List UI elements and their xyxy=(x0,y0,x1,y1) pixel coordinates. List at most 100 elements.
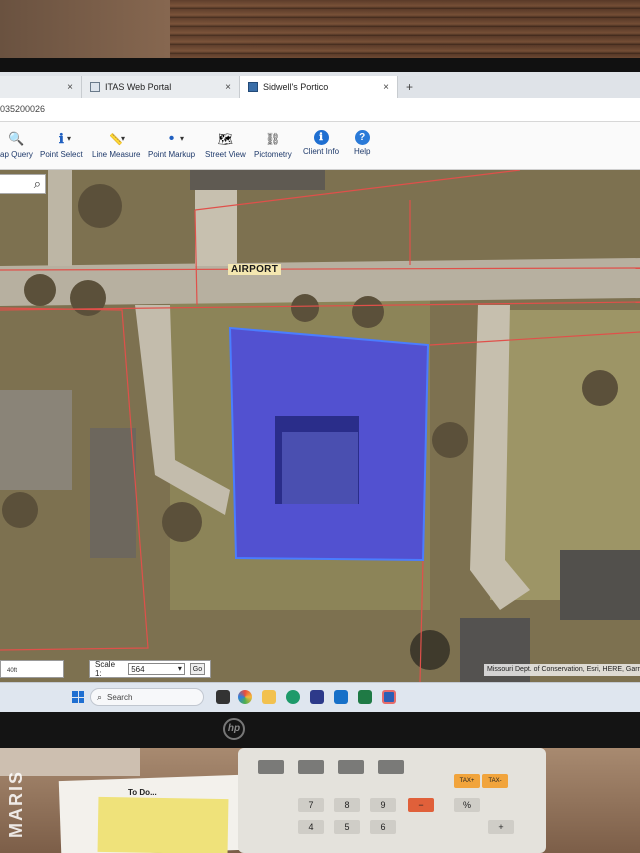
calc-key xyxy=(338,760,364,774)
excel-icon[interactable] xyxy=(358,690,372,704)
close-icon[interactable]: × xyxy=(217,82,231,93)
copilot-icon[interactable] xyxy=(238,690,252,704)
page-icon xyxy=(90,82,100,92)
edge-browser-icon[interactable] xyxy=(286,690,300,704)
tree xyxy=(582,370,618,406)
tree xyxy=(70,280,106,316)
tree xyxy=(24,274,56,306)
map-attribution: Missouri Dept. of Conservation, Esri, HE… xyxy=(484,664,640,676)
portico-icon xyxy=(248,82,258,92)
neighbor-house-roof xyxy=(560,550,640,620)
task-view-icon[interactable] xyxy=(216,690,230,704)
tree xyxy=(162,502,202,542)
calc-key xyxy=(378,760,404,774)
word-icon[interactable] xyxy=(382,690,396,704)
tab-itas-web-portal[interactable]: ITAS Web Portal × xyxy=(82,76,240,98)
close-icon[interactable]: × xyxy=(375,82,389,93)
calc-key xyxy=(258,760,284,774)
tool-label: Help xyxy=(354,147,371,156)
taskbar-search-placeholder: Search xyxy=(107,692,133,702)
map-status-bar: 40ft Scale 1: 564 Go Missouri Dept. of C… xyxy=(0,658,640,680)
map-search-box[interactable]: ⌕ xyxy=(0,174,46,194)
windows-start-icon[interactable] xyxy=(72,691,84,703)
photo-of-monitor: × ITAS Web Portal × Sidwell's Portico × … xyxy=(0,0,640,853)
tool-label: Street View xyxy=(205,150,246,159)
sticky-note xyxy=(97,796,229,853)
calc-key-percent: % xyxy=(454,798,480,812)
tab-sidwells-portico[interactable]: Sidwell's Portico × xyxy=(240,76,398,98)
calc-key-7: 7 xyxy=(298,798,324,812)
point-select-button[interactable]: ℹ Point Select xyxy=(40,130,83,159)
monitor-bezel-bottom xyxy=(0,712,640,750)
tab-label: ITAS Web Portal xyxy=(105,82,172,92)
tool-label: ap Query xyxy=(0,150,33,159)
calc-key-plus: + xyxy=(488,820,514,834)
chevron-down-icon[interactable]: ▾ xyxy=(180,134,184,143)
tree xyxy=(291,294,319,322)
sidewalk xyxy=(48,170,72,266)
dot-icon: • xyxy=(168,130,175,147)
new-tab-button[interactable]: + xyxy=(398,80,421,98)
line-measure-button[interactable]: 📏 Line Measure xyxy=(92,130,141,160)
watermark: MARIS xyxy=(6,770,26,838)
help-button[interactable]: ? Help xyxy=(354,130,370,156)
calc-key-6: 6 xyxy=(370,820,396,834)
windows-taskbar: ⌕ Search xyxy=(0,682,640,712)
neighbor-garage-roof xyxy=(90,428,136,558)
help-icon: ? xyxy=(354,130,370,145)
taskbar-search[interactable]: ⌕ Search xyxy=(90,688,204,706)
portico-toolbar: 🔍 ap Query ℹ Point Select ▾ 📏 Line Measu… xyxy=(0,122,640,170)
search-icon[interactable]: ⌕ xyxy=(34,176,41,192)
search-icon: ⌕ xyxy=(97,691,103,702)
calc-key-5: 5 xyxy=(334,820,360,834)
pictometry-icon: ⛓ xyxy=(265,132,281,146)
map-query-button[interactable]: 🔍 ap Query xyxy=(0,130,33,159)
calc-key-tax-minus: TAX- xyxy=(482,774,508,788)
scale-select[interactable]: 564 xyxy=(128,663,185,675)
client-info-button[interactable]: ℹ Client Info xyxy=(303,130,339,156)
tree xyxy=(78,184,122,228)
calc-key xyxy=(298,760,324,774)
calc-key-minus: − xyxy=(408,798,434,812)
address-text: 035200026 xyxy=(0,104,46,114)
address-bar[interactable]: 035200026 xyxy=(0,98,640,122)
scale-control: Scale 1: 564 Go xyxy=(89,660,211,678)
browser-tab-bar: × ITAS Web Portal × Sidwell's Portico × … xyxy=(0,72,640,98)
road-label: AIRPORT xyxy=(228,264,282,275)
go-button[interactable]: Go xyxy=(189,663,205,675)
tool-label: Pictometry xyxy=(254,150,292,159)
house-roof-face xyxy=(282,432,358,504)
neighbor-house-roof xyxy=(190,170,325,190)
client-info-icon: ℹ xyxy=(313,130,329,145)
magnifier-icon: 🔍 xyxy=(8,131,25,146)
pictometry-button[interactable]: ⛓ Pictometry xyxy=(254,130,292,159)
chevron-down-icon[interactable]: ▾ xyxy=(67,134,71,143)
calc-key-4: 4 xyxy=(298,820,324,834)
street-view-icon: 🗺 xyxy=(217,132,233,146)
aerial-map-view[interactable]: ⌕ AIRPORT 40ft Scale 1: 564 Go Missouri … xyxy=(0,170,640,682)
calculator: 7 8 9 4 5 6 % TAX+ TAX- − + xyxy=(238,748,546,853)
tool-label: Line Measure xyxy=(92,150,141,159)
scale-label: Scale 1: xyxy=(95,660,116,678)
calc-key-8: 8 xyxy=(334,798,360,812)
file-explorer-icon[interactable] xyxy=(262,690,276,704)
tree xyxy=(2,492,38,528)
neighbor-house-roof xyxy=(0,390,72,490)
hp-logo: hp xyxy=(223,718,245,740)
tool-label: Client Info xyxy=(303,147,340,156)
point-markup-button[interactable]: • Point Markup xyxy=(148,130,195,159)
tool-label: Point Select xyxy=(40,150,83,159)
calc-key-tax-plus: TAX+ xyxy=(454,774,480,788)
monitor-screen: × ITAS Web Portal × Sidwell's Portico × … xyxy=(0,72,640,712)
window-blinds xyxy=(170,0,640,62)
map-imagery xyxy=(0,170,640,682)
chevron-down-icon[interactable]: ▾ xyxy=(121,134,125,143)
outlook-icon[interactable] xyxy=(334,690,348,704)
tab-label: Sidwell's Portico xyxy=(263,82,329,92)
driveway xyxy=(195,186,237,266)
street-view-button[interactable]: 🗺 Street View xyxy=(205,130,246,159)
close-icon[interactable]: × xyxy=(59,82,73,93)
tab-previous[interactable]: × xyxy=(0,76,82,98)
store-icon[interactable] xyxy=(310,690,324,704)
scale-bar-text: 40ft xyxy=(7,668,18,674)
